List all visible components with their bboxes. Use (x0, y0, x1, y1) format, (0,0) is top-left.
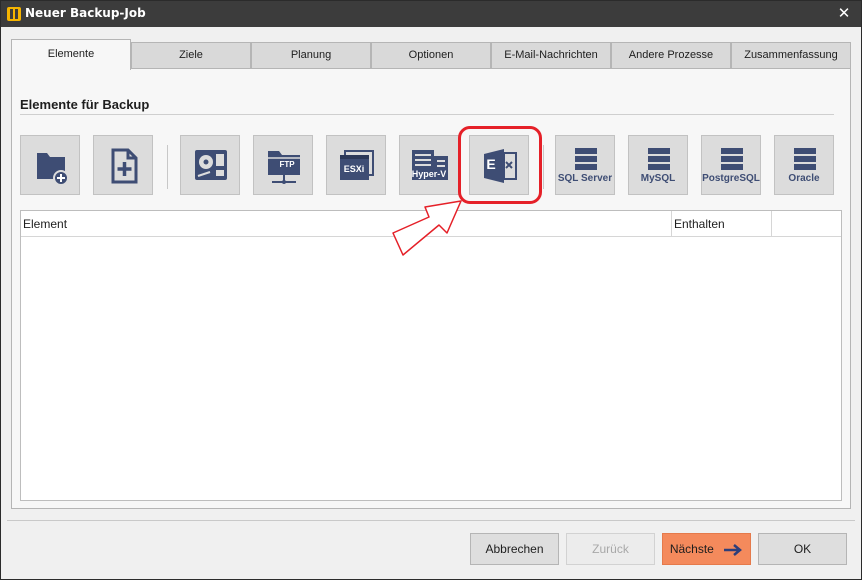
mysql-label: MySQL (640, 173, 676, 184)
footer-divider (7, 520, 855, 521)
sql-server-button[interactable]: SQL Server (555, 135, 615, 195)
oracle-label: Oracle (788, 173, 820, 184)
close-button[interactable]: ✕ (835, 4, 853, 22)
mysql-button[interactable]: MySQL (628, 135, 688, 195)
section-title: Elemente für Backup (20, 97, 150, 112)
esxi-button[interactable]: ESXi (326, 135, 386, 195)
folder-add-icon (37, 153, 69, 186)
disk-image-button[interactable] (180, 135, 240, 195)
elements-panel: Elemente für Backup FTP ESXi Hyper-V E S… (11, 68, 851, 509)
tab-ziele[interactable]: Ziele (131, 42, 251, 69)
tab-label: Andere Prozesse (628, 49, 714, 61)
column-header-element[interactable]: Element (21, 211, 671, 237)
tab-andere-prozesse[interactable]: Andere Prozesse (611, 42, 731, 69)
tab-label: E-Mail-Nachrichten (504, 49, 598, 61)
hyper-v-button[interactable]: Hyper-V (399, 135, 459, 195)
oracle-button[interactable]: Oracle (774, 135, 834, 195)
app-logo-icon (7, 7, 21, 21)
esxi-label: ESXi (343, 164, 365, 174)
disk-image-icon (195, 150, 227, 180)
ftp-label: FTP (279, 160, 295, 169)
cancel-button[interactable]: Abbrechen (470, 533, 559, 565)
window-title: Neuer Backup-Job (25, 6, 146, 20)
sql-server-label: SQL Server (557, 173, 613, 184)
column-divider (771, 211, 772, 237)
section-divider (20, 114, 834, 115)
next-label: Nächste (669, 542, 714, 556)
database-icon (721, 148, 743, 170)
back-button[interactable]: Zurück (566, 533, 655, 565)
tab-label: Elemente (47, 48, 95, 60)
arrow-right-icon (724, 543, 743, 556)
file-add-icon (111, 148, 138, 184)
tab-zusammenfassung[interactable]: Zusammenfassung (731, 42, 851, 69)
title-bar[interactable]: Neuer Backup-Job ✕ (1, 1, 861, 27)
tab-elemente[interactable]: Elemente (11, 39, 131, 70)
close-icon: ✕ (837, 4, 851, 22)
column-header-enthalten[interactable]: Enthalten (672, 211, 771, 237)
toolbar-separator (543, 145, 544, 189)
database-icon (648, 148, 670, 170)
hyper-v-icon (412, 150, 448, 180)
tab-label: Optionen (408, 49, 454, 61)
tab-label: Ziele (179, 49, 203, 61)
database-icon (575, 148, 597, 170)
hyper-v-label: Hyper-V (411, 169, 447, 179)
tab-optionen[interactable]: Optionen (371, 42, 491, 69)
add-folder-button[interactable] (20, 135, 80, 195)
next-button[interactable]: Nächste (662, 533, 751, 565)
add-file-button[interactable] (93, 135, 153, 195)
ftp-button[interactable]: FTP (253, 135, 313, 195)
database-icon (794, 148, 816, 170)
tab-planung[interactable]: Planung (251, 42, 371, 69)
backup-job-window: Neuer Backup-Job ✕ Elemente Ziele Planun… (0, 0, 862, 580)
toolbar-separator (167, 145, 168, 189)
tab-label: Zusammenfassung (744, 49, 838, 61)
ok-button[interactable]: OK (758, 533, 847, 565)
tab-email-nachrichten[interactable]: E-Mail-Nachrichten (491, 42, 611, 69)
pointer-arrow-icon (392, 200, 462, 256)
postgresql-button[interactable]: PostgreSQL (701, 135, 761, 195)
tab-bar: Elemente Ziele Planung Optionen E-Mail-N… (11, 39, 851, 70)
tab-label: Planung (290, 49, 332, 61)
postgresql-label: PostgreSQL (702, 173, 760, 184)
